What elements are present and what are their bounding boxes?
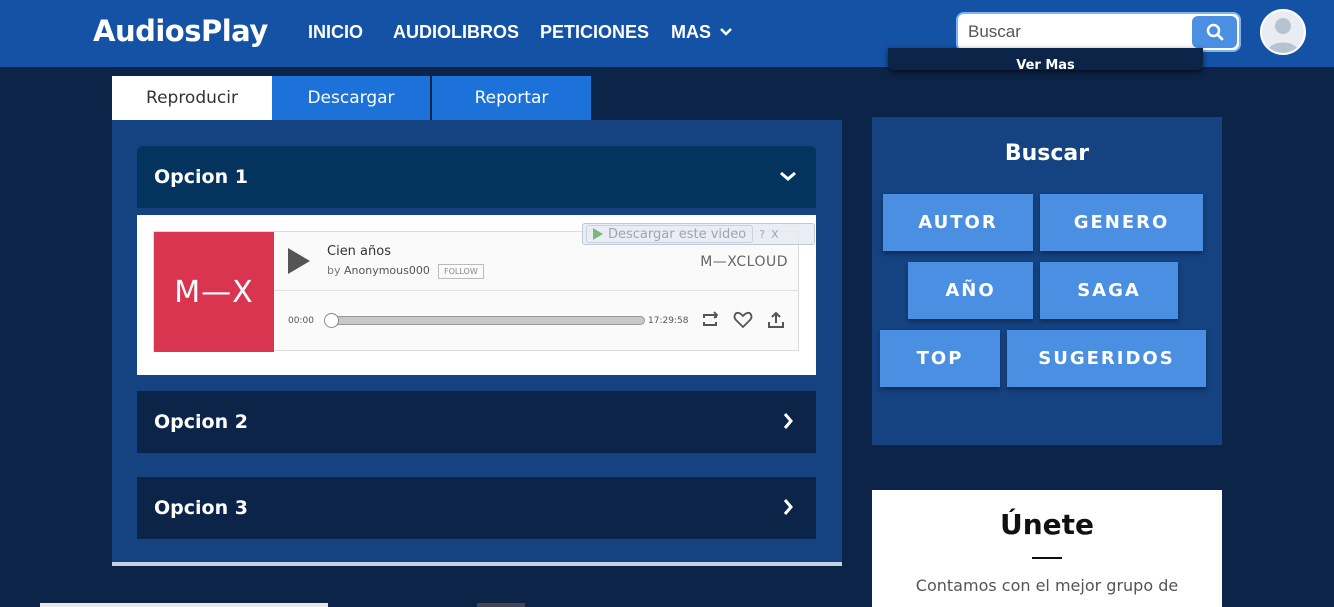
search-icon	[1206, 23, 1223, 41]
progress-handle[interactable]	[324, 313, 339, 328]
track-title[interactable]: Cien años	[327, 244, 391, 259]
divider	[1032, 557, 1062, 559]
accordion-title: Opcion 1	[154, 166, 248, 188]
chevron-right-icon	[783, 413, 793, 429]
category-saga-button[interactable]: SAGA	[1040, 262, 1178, 319]
search-panel-title: Buscar	[1004, 141, 1090, 166]
user-avatar-icon	[1267, 18, 1299, 53]
mixcloud-artwork[interactable]: M—X	[154, 232, 274, 352]
bottom-bar	[40, 603, 328, 607]
share-icon[interactable]	[766, 310, 786, 330]
download-video-label: Descargar este video	[608, 226, 747, 242]
download-video-overlay: Descargar este video ? X	[582, 223, 815, 245]
mixcloud-player: M—X Cien años by Anonymous000 FOLLOW M—X…	[153, 223, 815, 352]
search-categories-panel: Buscar AUTOR GENERO AÑO SAGA TOP SUGERID…	[872, 117, 1222, 445]
chevron-right-icon	[783, 499, 793, 515]
category-ano-button[interactable]: AÑO	[908, 262, 1033, 319]
header-search	[956, 12, 1241, 52]
chevron-down-icon	[720, 27, 732, 36]
tab-reproducir[interactable]: Reproducir	[112, 76, 272, 120]
divider	[274, 290, 799, 291]
track-author: by Anonymous000	[327, 264, 430, 277]
nav-item-audiolibros[interactable]: AUDIOLIBROS	[393, 22, 519, 43]
repeat-icon[interactable]	[700, 310, 720, 330]
download-video-button[interactable]: Descargar este video	[586, 225, 754, 243]
tab-reportar[interactable]: Reportar	[432, 76, 591, 120]
options-panel: Opcion 1 M—X Cien años by Anonymous000 F…	[112, 120, 842, 566]
play-button[interactable]	[288, 248, 310, 274]
accordion-body-option-1: M—X Cien años by Anonymous000 FOLLOW M—X…	[137, 215, 816, 375]
by-prefix: by	[327, 264, 341, 277]
accordion-title: Opcion 3	[154, 497, 248, 519]
search-input[interactable]	[968, 20, 1188, 44]
nav-item-inicio[interactable]: INICIO	[308, 22, 363, 43]
heart-icon[interactable]	[733, 310, 753, 330]
accordion-option-2[interactable]: Opcion 2	[137, 391, 816, 453]
accordion-title: Opcion 2	[154, 411, 248, 433]
progress-bar[interactable]	[327, 316, 645, 325]
join-text: Contamos con el mejor grupo de	[915, 576, 1179, 595]
nav-item-mas[interactable]: MAS	[671, 22, 732, 43]
bottom-bar	[477, 603, 525, 607]
follow-button[interactable]: FOLLOW	[438, 264, 484, 279]
site-logo[interactable]: AudiosPlay	[93, 14, 268, 48]
mixcloud-logo[interactable]: M—XCLOUD	[700, 254, 788, 270]
nav-item-mas-label: MAS	[671, 22, 711, 42]
close-icon[interactable]: X	[771, 228, 779, 241]
category-top-button[interactable]: TOP	[880, 330, 1000, 387]
user-avatar[interactable]	[1260, 9, 1306, 55]
author-link[interactable]: Anonymous000	[344, 264, 430, 277]
nav-item-peticiones[interactable]: PETICIONES	[540, 22, 649, 43]
time-elapsed: 00:00	[288, 316, 314, 326]
previous-card: Ver Mas	[888, 48, 1203, 73]
join-panel: Únete Contamos con el mejor grupo de	[872, 490, 1222, 607]
help-icon[interactable]: ?	[759, 228, 765, 241]
play-triangle-icon	[593, 228, 603, 240]
chevron-down-icon	[780, 171, 796, 181]
ver-mas-link[interactable]: Ver Mas	[888, 59, 1203, 73]
category-autor-button[interactable]: AUTOR	[883, 194, 1033, 251]
search-button[interactable]	[1192, 16, 1237, 48]
category-genero-button[interactable]: GENERO	[1040, 194, 1203, 251]
tab-descargar[interactable]: Descargar	[272, 76, 430, 120]
accordion-option-3[interactable]: Opcion 3	[137, 477, 816, 539]
time-total: 17:29:58	[648, 316, 689, 326]
accordion-option-1[interactable]: Opcion 1	[137, 146, 816, 208]
category-sugeridos-button[interactable]: SUGERIDOS	[1007, 330, 1206, 387]
join-title: Únete	[999, 508, 1095, 541]
